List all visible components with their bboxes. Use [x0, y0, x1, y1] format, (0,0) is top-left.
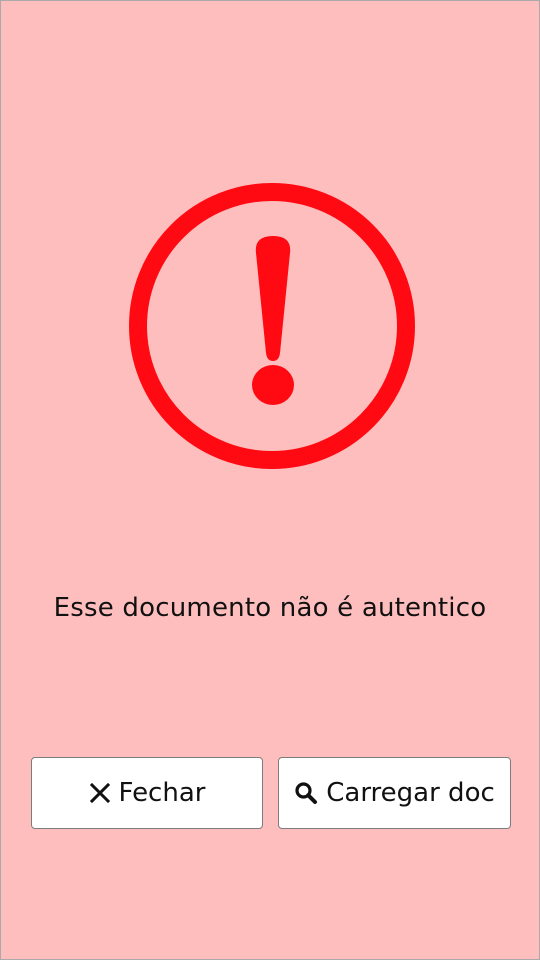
close-button[interactable]: Fechar — [31, 757, 263, 829]
close-button-label: Fechar — [118, 778, 206, 808]
exclamation-circle-icon — [129, 183, 415, 469]
alert-message: Esse documento não é autentico — [53, 593, 487, 623]
close-icon — [89, 782, 111, 804]
load-document-button[interactable]: Carregar doc — [278, 757, 511, 829]
search-icon — [294, 781, 318, 805]
alert-screen: Esse documento não é autentico Fechar Ca… — [0, 0, 540, 960]
load-document-button-label: Carregar doc — [326, 778, 495, 808]
